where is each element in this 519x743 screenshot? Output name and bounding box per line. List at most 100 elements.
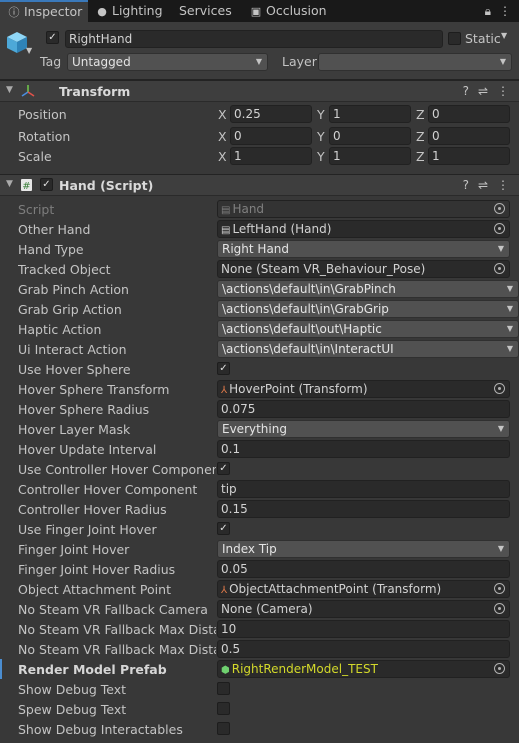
tab-services[interactable]: Services (179, 0, 251, 22)
object-picker-icon[interactable] (494, 583, 505, 594)
tracked-object-object-field[interactable]: None (Steam VR_Behaviour_Pose) (217, 260, 510, 278)
no-steam-vr-fallback-max-distance-label: No Steam VR Fallback Max Distance (18, 642, 216, 657)
tab-label: Lighting (112, 3, 163, 18)
render-model-prefab-value: RightRenderModel_TEST (231, 662, 378, 676)
more-icon[interactable]: ⋮ (497, 84, 509, 98)
tracked-object-label: Tracked Object (18, 262, 111, 277)
object-picker-icon[interactable] (494, 383, 505, 394)
finger-joint-hover-label: Finger Joint Hover (18, 542, 130, 557)
active-checkbox[interactable]: ✓ (46, 31, 59, 44)
transform-position-z-field[interactable]: 0 (428, 105, 510, 123)
haptic-action-dropdown[interactable]: \actions\default\out\Haptic ▼ (217, 320, 519, 338)
hover-layer-mask-dropdown[interactable]: Everything ▼ (217, 420, 510, 438)
tab-label: Occlusion (266, 3, 327, 18)
hand-type-dropdown[interactable]: Right Hand ▼ (217, 240, 510, 258)
grab-grip-action-dropdown[interactable]: \actions\default\in\GrabGrip ▼ (217, 300, 519, 318)
chevron-down-icon: ▼ (506, 324, 513, 333)
use-finger-joint-hover-checkbox[interactable]: ✓ (217, 522, 230, 535)
hover-sphere-radius-field[interactable]: 0.075 (217, 400, 510, 418)
layer-dropdown[interactable]: ▼ (318, 53, 512, 71)
foldout-arrow-icon[interactable]: ▼ (6, 85, 13, 95)
transform-scale-z-field[interactable]: 1 (428, 147, 510, 165)
hand-type-label: Hand Type (18, 242, 84, 257)
tab-bar: ⓘ Inspector ● Lighting Services ▣ Occlusion… (0, 0, 519, 22)
tag-dropdown[interactable]: Untagged ▼ (67, 53, 268, 71)
lock-icon[interactable]: 🔒︎ (485, 4, 491, 18)
static-checkbox[interactable] (448, 32, 461, 45)
spew-debug-text-checkbox[interactable] (217, 702, 230, 715)
tab-label: Services (179, 3, 232, 18)
finger-joint-hover-dropdown[interactable]: Index Tip ▼ (217, 540, 510, 558)
axis-label-y[interactable]: Y (317, 149, 325, 164)
axis-label-y[interactable]: Y (317, 107, 325, 122)
use-hover-sphere-checkbox[interactable]: ✓ (217, 362, 230, 375)
axis-label-y[interactable]: Y (317, 129, 325, 144)
prefab-override-marker (0, 659, 2, 679)
finger-joint-hover-radius-field[interactable]: 0.05 (217, 560, 510, 578)
haptic-action-label: Haptic Action (18, 322, 102, 337)
hover-sphere-transform-object-field[interactable]: ⅄ HoverPoint (Transform) (217, 380, 510, 398)
chevron-down-icon: ▼ (497, 244, 504, 253)
transform-header[interactable]: ▼ Transform ? ⇌ ⋮ (0, 80, 519, 102)
grab-grip-action-value: \actions\default\in\GrabGrip (222, 302, 389, 316)
ui-interact-action-dropdown[interactable]: \actions\default\in\InteractUI ▼ (217, 340, 519, 358)
foldout-arrow-icon[interactable]: ▼ (6, 179, 13, 189)
transform-position-y-field[interactable]: 1 (329, 105, 411, 123)
presets-icon[interactable]: ⇌ (478, 84, 488, 98)
controller-hover-radius-field[interactable]: 0.15 (217, 500, 510, 518)
axis-label-x[interactable]: X (218, 149, 227, 164)
transform-title: Transform (59, 84, 131, 99)
object-attachment-point-value: ObjectAttachmentPoint (Transform) (229, 582, 442, 596)
help-icon[interactable]: ? (463, 178, 469, 192)
object-picker-icon[interactable] (494, 663, 505, 674)
presets-icon[interactable]: ⇌ (478, 178, 488, 192)
hand-type-value: Right Hand (222, 242, 290, 256)
hover-update-interval-field[interactable]: 0.1 (217, 440, 510, 458)
transform-scale-y-field[interactable]: 1 (329, 147, 411, 165)
render-model-prefab-object-field[interactable]: ⬢ RightRenderModel_TEST (217, 660, 510, 678)
axis-label-z[interactable]: Z (416, 107, 425, 122)
chevron-down-icon[interactable]: ▼ (26, 46, 32, 55)
help-icon[interactable]: ? (463, 84, 469, 98)
object-name-field[interactable]: RightHand (65, 30, 443, 48)
other-hand-value: LeftHand (Hand) (232, 222, 332, 236)
transform-rotation-x-field[interactable]: 0 (230, 127, 312, 145)
tab-occlusion[interactable]: ▣ Occlusion (250, 0, 340, 22)
prefab-icon: ⬢ (221, 665, 230, 676)
object-picker-icon[interactable] (494, 223, 505, 234)
axis-label-z[interactable]: Z (416, 129, 425, 144)
axis-label-x[interactable]: X (218, 107, 227, 122)
tag-label: Tag (40, 54, 62, 69)
controller-hover-component-field[interactable]: tip (217, 480, 510, 498)
transform-rotation-y-field[interactable]: 0 (329, 127, 411, 145)
tab-bar-controls: 🔒︎ ⋮ (477, 0, 511, 22)
show-debug-interactables-checkbox[interactable] (217, 722, 230, 735)
no-steam-vr-fallback-camera-object-field[interactable]: None (Camera) (217, 600, 510, 618)
use-controller-hover-component-checkbox[interactable]: ✓ (217, 462, 230, 475)
object-attachment-point-object-field[interactable]: ⅄ ObjectAttachmentPoint (Transform) (217, 580, 510, 598)
script-object-field[interactable]: ▤ Hand (217, 200, 510, 218)
grab-pinch-action-dropdown[interactable]: \actions\default\in\GrabPinch ▼ (217, 280, 519, 298)
axis-label-x[interactable]: X (218, 129, 227, 144)
chevron-down-icon[interactable]: ▼ (501, 31, 507, 40)
object-picker-icon[interactable] (494, 603, 505, 614)
tab-inspector[interactable]: ⓘ Inspector (0, 0, 88, 22)
object-picker-icon[interactable] (494, 203, 505, 214)
object-picker-icon[interactable] (494, 263, 505, 274)
transform-rotation-z-field[interactable]: 0 (428, 127, 510, 145)
script-header[interactable]: ▼ # ✓ Hand (Script) ? ⇌ ⋮ (0, 174, 519, 196)
no-steam-vr-fallback-max-distance-field[interactable]: 0.5 (217, 640, 510, 658)
no-steam-vr-fallback-max-distance-field[interactable]: 10 (217, 620, 510, 638)
transform-scale-x-field[interactable]: 1 (230, 147, 312, 165)
show-debug-text-checkbox[interactable] (217, 682, 230, 695)
finger-joint-hover-radius-label: Finger Joint Hover Radius (18, 562, 176, 577)
more-icon[interactable]: ⋮ (499, 4, 511, 18)
transform-position-x-field[interactable]: 0.25 (230, 105, 312, 123)
other-hand-object-field[interactable]: ▤ LeftHand (Hand) (217, 220, 510, 238)
script-enabled-checkbox[interactable]: ✓ (40, 178, 53, 191)
more-icon[interactable]: ⋮ (497, 178, 509, 192)
axis-label-z[interactable]: Z (416, 149, 425, 164)
transform-label-rotation: Rotation (18, 129, 71, 144)
component-controls: ? ⇌ ⋮ (454, 178, 509, 192)
tab-lighting[interactable]: ● Lighting (96, 0, 176, 22)
